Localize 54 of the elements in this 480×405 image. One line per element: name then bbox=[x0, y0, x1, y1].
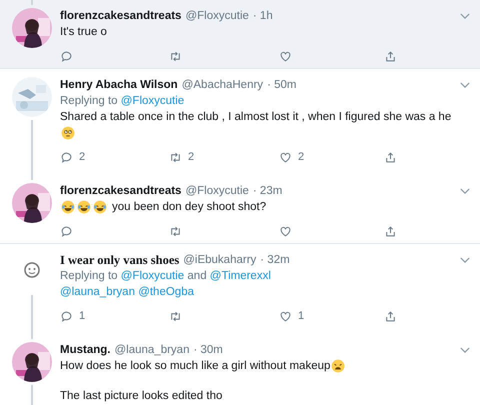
caret-icon[interactable] bbox=[460, 82, 470, 88]
replying-label: Replying to bbox=[60, 270, 118, 282]
laughing-emoji-icon bbox=[61, 200, 75, 214]
retweet-count: 2 bbox=[188, 151, 194, 163]
share-icon[interactable] bbox=[384, 224, 397, 238]
tweet-time: · 1h bbox=[252, 9, 273, 24]
user-name[interactable]: florenzcakesandtreats bbox=[60, 8, 182, 24]
heart-icon[interactable] bbox=[279, 310, 292, 322]
tweet-text: you been don dey shoot shot? bbox=[112, 200, 266, 215]
user-handle: @Floxycutie bbox=[185, 184, 249, 199]
laughing-emoji-icon bbox=[77, 200, 91, 214]
user-handle: @Floxycutie bbox=[185, 9, 249, 24]
replying-label: Replying to bbox=[60, 95, 118, 107]
tweet-time: · 23m bbox=[252, 184, 282, 199]
laughing-emoji-icon bbox=[93, 200, 107, 214]
reply-icon[interactable] bbox=[60, 150, 73, 164]
eye-roll-emoji-icon bbox=[61, 126, 75, 140]
user-name[interactable]: Mustang. bbox=[60, 342, 110, 358]
reply-icon[interactable] bbox=[60, 310, 73, 322]
caret-icon[interactable] bbox=[460, 346, 470, 354]
heart-icon[interactable] bbox=[279, 150, 292, 164]
tweet-text: How does he look so much like a girl without makeup bbox=[60, 359, 330, 374]
caret-icon[interactable] bbox=[460, 12, 470, 20]
user-name[interactable]: I wear only vans shoes bbox=[60, 252, 180, 268]
tweet-time: · 50m bbox=[267, 78, 296, 93]
share-icon[interactable] bbox=[384, 50, 397, 62]
tweet-text: Shared a table once in the club , I almost lost it , when I figured she was a he bbox=[60, 110, 452, 125]
user-handle: @launa_bryan bbox=[114, 343, 190, 358]
retweet-icon[interactable] bbox=[169, 224, 182, 238]
retweet-icon[interactable] bbox=[169, 310, 182, 322]
weary-emoji-icon bbox=[331, 359, 346, 373]
reply-count: 1 bbox=[79, 310, 86, 322]
share-icon[interactable] bbox=[384, 150, 397, 164]
reply-icon[interactable] bbox=[60, 224, 73, 238]
like-count: 2 bbox=[298, 151, 304, 163]
reply-count: 2 bbox=[79, 151, 86, 163]
user-handle: @iEbukaharry bbox=[183, 253, 256, 268]
like-count: 1 bbox=[298, 310, 304, 322]
share-icon[interactable] bbox=[384, 310, 397, 322]
tweet-time: · 30m bbox=[193, 343, 223, 358]
user-handle: @AbachaHenry bbox=[182, 78, 264, 93]
tweet-text: The last picture looks edited tho bbox=[60, 389, 222, 404]
heart-icon[interactable] bbox=[279, 50, 292, 62]
retweet-icon[interactable] bbox=[169, 150, 182, 164]
reply-icon[interactable] bbox=[60, 50, 73, 62]
user-name[interactable]: florenzcakesandtreats bbox=[60, 183, 182, 199]
tweet-time: · 32m bbox=[260, 253, 290, 268]
tweet-text: It's true o bbox=[60, 25, 107, 40]
retweet-icon[interactable] bbox=[169, 50, 182, 62]
joiner-text: and bbox=[187, 270, 207, 282]
caret-icon[interactable] bbox=[460, 256, 470, 264]
user-name[interactable]: Henry Abacha Wilson bbox=[60, 77, 178, 93]
heart-icon[interactable] bbox=[279, 224, 292, 238]
caret-icon[interactable] bbox=[460, 188, 470, 194]
